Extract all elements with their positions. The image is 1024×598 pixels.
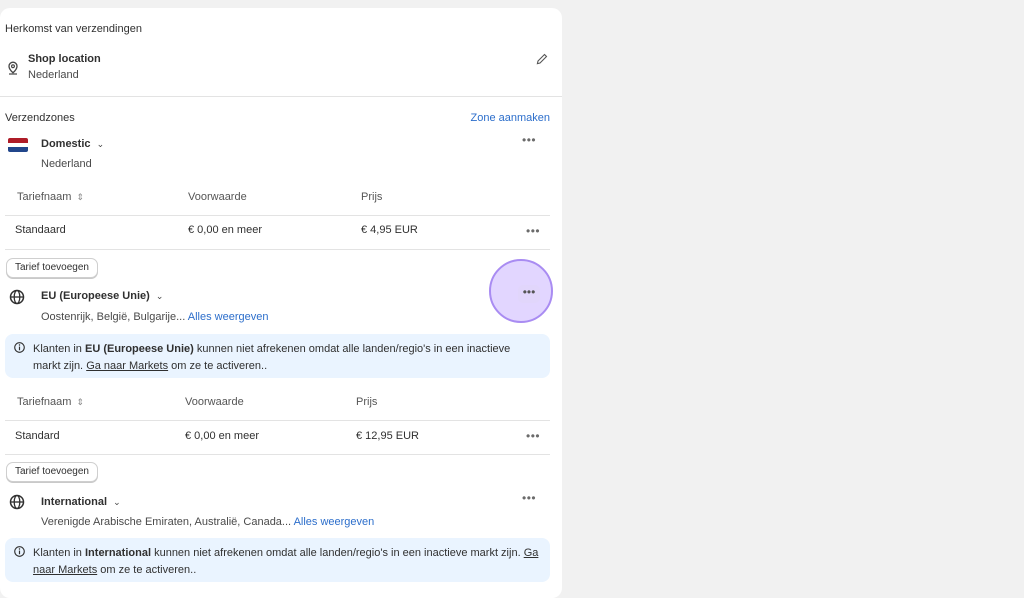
international-zone-countries: Verenigde Arabische Emiraten, Australië,… bbox=[41, 516, 292, 528]
domestic-more-button[interactable]: ••• bbox=[522, 134, 536, 146]
pencil-icon[interactable] bbox=[536, 53, 548, 68]
banner-prefix: Klanten in bbox=[33, 547, 82, 559]
rate-name-header-label: Tariefnaam bbox=[17, 396, 72, 408]
shipping-card: Herkomst van verzendingen Shop location … bbox=[0, 8, 562, 598]
table-divider bbox=[5, 249, 550, 250]
eu-rate-condition: € 0,00 en meer bbox=[185, 430, 259, 442]
domestic-rate-price: € 4,95 EUR bbox=[361, 224, 418, 236]
eu-rate-name: Standard bbox=[15, 430, 60, 442]
create-zone-link[interactable]: Zone aanmaken bbox=[471, 112, 551, 124]
section-divider bbox=[0, 96, 562, 97]
eu-rate-more-button[interactable]: ••• bbox=[526, 430, 540, 442]
banner-zone-name: EU (Europeese Unie) bbox=[85, 343, 194, 355]
price-header: Prijs bbox=[356, 396, 378, 408]
eu-add-rate-button[interactable]: Tarief toevoegen bbox=[6, 462, 98, 482]
international-inactive-banner: Klanten in International kunnen niet afr… bbox=[5, 538, 550, 582]
globe-icon bbox=[9, 494, 25, 513]
chevron-down-icon: ⌄ bbox=[155, 291, 164, 301]
domestic-zone-name: Domestic bbox=[41, 138, 91, 150]
rate-name-header[interactable]: Tariefnaam ⇕ bbox=[17, 396, 84, 408]
location-country: Nederland bbox=[28, 69, 79, 81]
table-divider bbox=[5, 420, 550, 421]
domestic-rate-condition: € 0,00 en meer bbox=[188, 224, 262, 236]
condition-header: Voorwaarde bbox=[188, 191, 247, 203]
price-header: Prijs bbox=[361, 191, 383, 203]
origin-title: Herkomst van verzendingen bbox=[5, 23, 142, 35]
location-name: Shop location bbox=[28, 53, 101, 65]
sort-icon: ⇕ bbox=[76, 192, 85, 202]
domestic-zone-toggle[interactable]: Domestic ⌄ bbox=[41, 138, 104, 150]
banner-text: kunnen niet afrekenen omdat alle landen/… bbox=[154, 547, 521, 559]
globe-icon bbox=[9, 289, 25, 308]
go-to-markets-link[interactable]: Ga naar Markets bbox=[86, 360, 168, 372]
info-icon bbox=[14, 342, 25, 359]
eu-zone-countries-line: Oostenrijk, België, Bulgarije... Alles w… bbox=[41, 311, 268, 323]
international-zone-countries-line: Verenigde Arabische Emiraten, Australië,… bbox=[41, 516, 374, 528]
international-zone-toggle[interactable]: International ⌄ bbox=[41, 496, 121, 508]
sort-icon: ⇕ bbox=[76, 397, 85, 407]
condition-header: Voorwaarde bbox=[185, 396, 244, 408]
info-icon bbox=[14, 546, 25, 563]
location-pin-icon bbox=[7, 61, 19, 78]
banner-prefix: Klanten in bbox=[33, 343, 82, 355]
eu-zone-toggle[interactable]: EU (Europeese Unie) ⌄ bbox=[41, 290, 163, 302]
eu-rate-price: € 12,95 EUR bbox=[356, 430, 419, 442]
banner-zone-name: International bbox=[85, 547, 152, 559]
zones-title: Verzendzones bbox=[5, 112, 75, 124]
chevron-down-icon: ⌄ bbox=[96, 139, 105, 149]
domestic-rate-more-button[interactable]: ••• bbox=[526, 225, 540, 237]
table-divider bbox=[5, 215, 550, 216]
netherlands-flag-icon bbox=[8, 138, 28, 152]
domestic-zone-countries: Nederland bbox=[41, 158, 92, 170]
international-more-button[interactable]: ••• bbox=[522, 492, 536, 504]
eu-zone-countries: Oostenrijk, België, Bulgarije... bbox=[41, 311, 186, 323]
eu-zone-name: EU (Europeese Unie) bbox=[41, 290, 150, 302]
domestic-add-rate-button[interactable]: Tarief toevoegen bbox=[6, 258, 98, 278]
international-show-all-link[interactable]: Alles weergeven bbox=[294, 516, 375, 528]
eu-inactive-banner: Klanten in EU (Europeese Unie) kunnen ni… bbox=[5, 334, 550, 378]
eu-show-all-link[interactable]: Alles weergeven bbox=[188, 311, 269, 323]
rate-name-header[interactable]: Tariefnaam ⇕ bbox=[17, 191, 84, 203]
table-divider bbox=[5, 454, 550, 455]
banner-suffix: om ze te activeren.. bbox=[171, 360, 268, 372]
banner-suffix: om ze te activeren.. bbox=[100, 564, 197, 576]
international-zone-name: International bbox=[41, 496, 108, 508]
chevron-down-icon: ⌄ bbox=[113, 497, 121, 507]
eu-more-button[interactable]: ••• bbox=[518, 285, 540, 303]
rate-name-header-label: Tariefnaam bbox=[17, 191, 72, 203]
domestic-rate-name: Standaard bbox=[15, 224, 66, 236]
